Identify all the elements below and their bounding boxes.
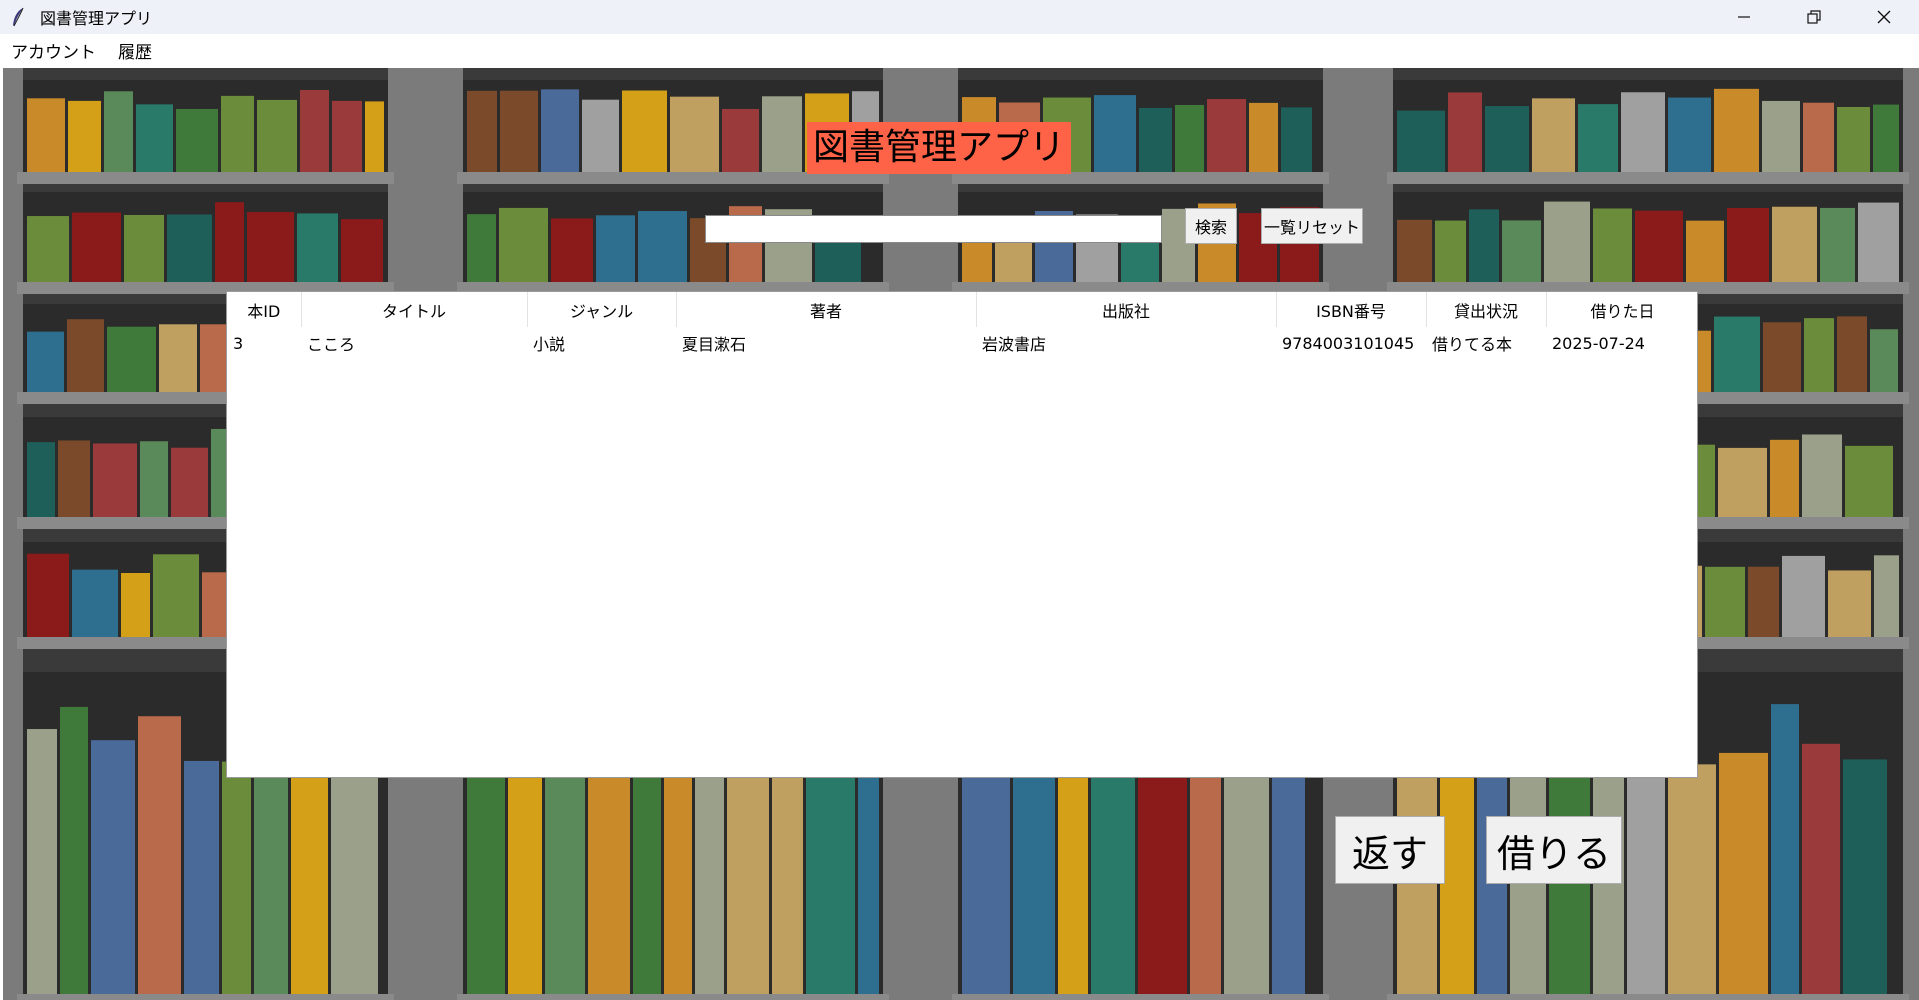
menu-account[interactable]: アカウント — [4, 38, 103, 63]
restore-icon[interactable] — [1779, 0, 1849, 34]
close-icon[interactable] — [1849, 0, 1919, 34]
cell-borrowed-date: 2025-07-24 — [1552, 333, 1645, 353]
table-header-row: 本ID タイトル ジャンル 著者 出版社 ISBN番号 貸出状況 借りた日 — [227, 292, 1697, 327]
title-bar: 図書管理アプリ — [0, 0, 1919, 34]
app-heading: 図書管理アプリ — [807, 122, 1072, 174]
menu-history[interactable]: 履歴 — [111, 38, 159, 63]
cell-title: こころ — [307, 335, 356, 354]
column-header-book-id[interactable]: 本ID — [227, 292, 302, 327]
menu-bar: アカウント 履歴 — [0, 34, 1919, 66]
search-input[interactable] — [705, 215, 1162, 243]
search-button[interactable]: 検索 — [1185, 208, 1237, 244]
column-header-borrowed-date[interactable]: 借りた日 — [1546, 292, 1697, 327]
minimize-icon[interactable] — [1709, 0, 1779, 34]
feather-icon — [8, 6, 28, 28]
borrow-button[interactable]: 借りる — [1486, 816, 1622, 884]
column-header-title[interactable]: タイトル — [301, 292, 528, 327]
column-header-loan-status[interactable]: 貸出状況 — [1426, 292, 1547, 327]
column-header-publisher[interactable]: 出版社 — [976, 292, 1277, 327]
reset-list-button[interactable]: 一覧リセット — [1261, 208, 1363, 244]
cell-publisher: 岩波書店 — [982, 335, 1047, 354]
cell-loan-status: 借りてる本 — [1432, 335, 1513, 354]
cell-book-id: 3 — [233, 333, 244, 353]
return-button[interactable]: 返す — [1335, 816, 1445, 884]
column-header-isbn[interactable]: ISBN番号 — [1276, 292, 1427, 327]
window-title: 図書管理アプリ — [40, 9, 153, 28]
cell-isbn: 9784003101045 — [1282, 333, 1415, 353]
books-table[interactable]: 本ID タイトル ジャンル 著者 出版社 ISBN番号 貸出状況 借りた日 3 … — [226, 291, 1698, 778]
column-header-author[interactable]: 著者 — [676, 292, 977, 327]
table-row[interactable]: 3 こころ 小説 夏目漱石 岩波書店 9784003101045 借りてる本 2… — [227, 327, 1697, 359]
column-header-genre[interactable]: ジャンル — [527, 292, 677, 327]
cell-genre: 小説 — [533, 335, 566, 354]
cell-author: 夏目漱石 — [682, 335, 747, 354]
